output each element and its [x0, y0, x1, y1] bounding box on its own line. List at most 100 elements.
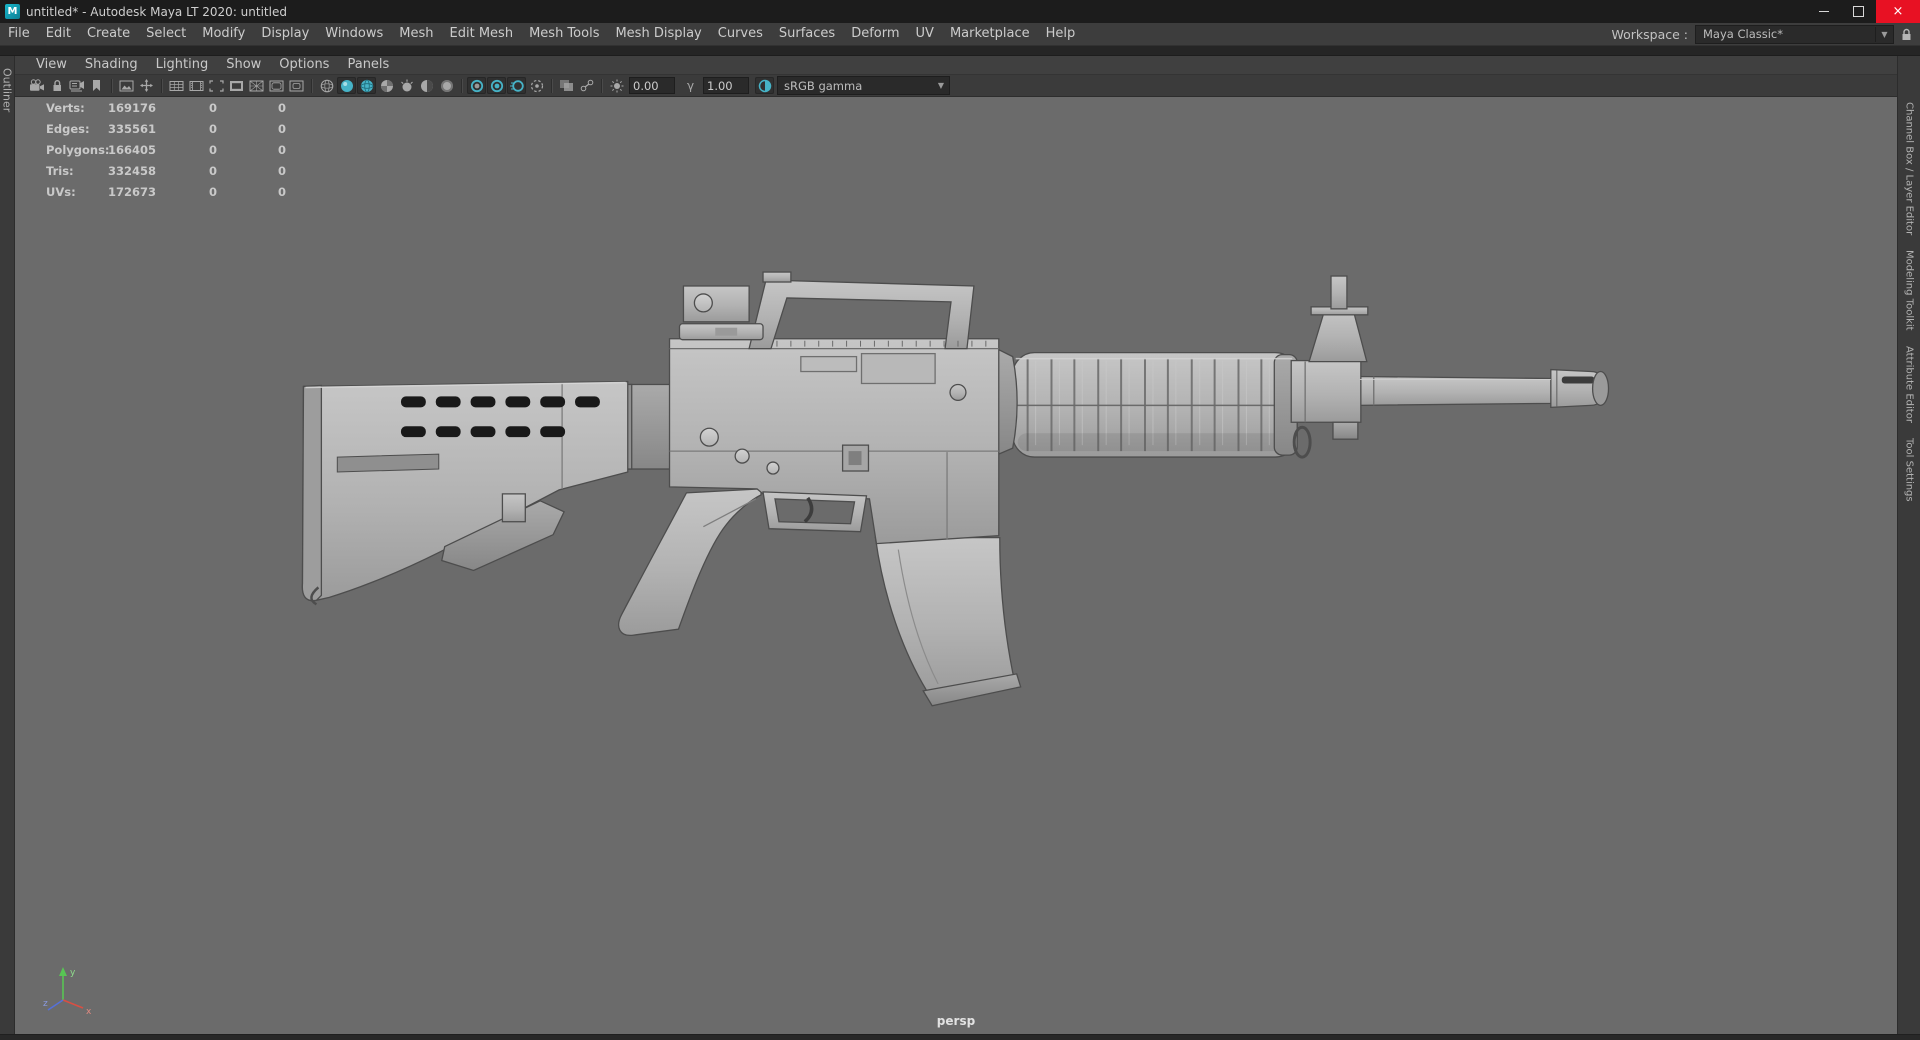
isolate-select-icon[interactable]: [527, 77, 546, 94]
viewport[interactable]: Verts: 169176 0 0 Edges: 335561 0 0 Polygons: 1…: [15, 96, 1897, 1034]
hud-value: 166405: [108, 143, 157, 157]
field-chart-icon[interactable]: [247, 77, 266, 94]
workspace-lock-icon[interactable]: [1901, 28, 1912, 41]
titlebar: M untitled* - Autodesk Maya LT 2020: unt…: [0, 0, 1920, 23]
menu-edit-mesh[interactable]: Edit Mesh: [442, 23, 522, 45]
joint-xray-icon[interactable]: [577, 77, 596, 94]
panel-menu-options[interactable]: Options: [270, 56, 338, 74]
exposure-field[interactable]: [629, 77, 675, 94]
right-panel-strip: Channel Box / Layer Editor Modeling Tool…: [1897, 56, 1920, 1034]
maya-logo-icon[interactable]: M: [5, 4, 20, 19]
window-controls: ×: [1806, 0, 1920, 23]
bookmark-icon[interactable]: [87, 77, 106, 94]
image-plane-icon[interactable]: [117, 77, 136, 94]
left-panel-strip: Outliner: [0, 56, 15, 1034]
antialiasing-icon[interactable]: [467, 77, 486, 94]
menu-curves[interactable]: Curves: [710, 23, 771, 45]
menu-select[interactable]: Select: [138, 23, 194, 45]
tab-modeling-toolkit[interactable]: Modeling Toolkit: [1904, 250, 1915, 331]
menu-help[interactable]: Help: [1038, 23, 1084, 45]
gamma-icon[interactable]: γ: [681, 77, 700, 94]
menu-surfaces[interactable]: Surfaces: [771, 23, 843, 45]
exposure-icon[interactable]: [607, 77, 626, 94]
maya-window: M untitled* - Autodesk Maya LT 2020: unt…: [0, 0, 1920, 1040]
all-lights-icon[interactable]: [397, 77, 416, 94]
lock-camera-icon[interactable]: [47, 77, 66, 94]
close-button[interactable]: ×: [1876, 0, 1920, 23]
shaded-wireframe-icon[interactable]: [357, 77, 376, 94]
pan-zoom-icon[interactable]: [137, 77, 156, 94]
menu-edit[interactable]: Edit: [38, 23, 79, 45]
viewport-panel: View Shading Lighting Show Options Panel…: [15, 56, 1897, 1034]
wireframe-icon[interactable]: [317, 77, 336, 94]
tab-tool-settings[interactable]: Tool Settings: [1904, 438, 1915, 502]
shadows-icon[interactable]: [417, 77, 436, 94]
hud-value: 0: [208, 164, 217, 178]
main-menubar: File Edit Create Select Modify Display W…: [0, 23, 1920, 46]
menu-marketplace[interactable]: Marketplace: [942, 23, 1038, 45]
chevron-down-icon[interactable]: ▼: [1875, 26, 1893, 42]
toolbar-separator: [161, 78, 162, 93]
tab-attribute-editor[interactable]: Attribute Editor: [1904, 346, 1915, 423]
minimize-button[interactable]: [1806, 0, 1841, 23]
hud-value: 0: [208, 143, 217, 157]
view-transform-select[interactable]: sRGB gamma ▼: [777, 76, 950, 95]
hud-label: Polygons:: [46, 143, 110, 157]
panel-menu-shading[interactable]: Shading: [76, 56, 147, 74]
hud-value: 0: [208, 185, 217, 199]
chevron-down-icon[interactable]: ▼: [933, 78, 949, 93]
tab-outliner[interactable]: Outliner: [1, 68, 14, 112]
menu-windows[interactable]: Windows: [317, 23, 391, 45]
depth-of-field-icon[interactable]: [487, 77, 506, 94]
minimize-icon: [1818, 11, 1829, 12]
ambient-occlusion-icon[interactable]: [437, 77, 456, 94]
shaded-icon[interactable]: [337, 77, 356, 94]
menu-file[interactable]: File: [0, 23, 38, 45]
workarea: Outliner View Shading Lighting Show Opti…: [0, 56, 1920, 1034]
hud-value: 0: [208, 122, 217, 136]
toolbar-separator: [551, 78, 552, 93]
select-camera-icon[interactable]: [27, 77, 46, 94]
panel-menu-panels[interactable]: Panels: [338, 56, 398, 74]
menu-mesh-tools[interactable]: Mesh Tools: [521, 23, 607, 45]
axis-y-label: y: [70, 968, 76, 978]
menu-mesh[interactable]: Mesh: [391, 23, 441, 45]
textured-icon[interactable]: [377, 77, 396, 94]
rifle-model[interactable]: [15, 97, 1897, 1034]
safe-action-icon[interactable]: [267, 77, 286, 94]
grid-icon[interactable]: [167, 77, 186, 94]
tab-channel-box[interactable]: Channel Box / Layer Editor: [1904, 102, 1915, 235]
film-gate-icon[interactable]: [187, 77, 206, 94]
hud-value: 0: [277, 101, 286, 115]
camera-name-label: persp: [936, 1014, 976, 1028]
maximize-button[interactable]: [1841, 0, 1876, 23]
menu-uv[interactable]: UV: [908, 23, 942, 45]
panel-menu-view[interactable]: View: [27, 56, 76, 74]
maximize-icon: [1853, 6, 1864, 17]
gamma-field[interactable]: [703, 77, 749, 94]
panel-menu-show[interactable]: Show: [217, 56, 270, 74]
motion-blur-icon[interactable]: [507, 77, 526, 94]
resolution-gate-icon[interactable]: [207, 77, 226, 94]
workspace-zone: Workspace : Maya Classic* ▼: [1611, 24, 1920, 44]
xray-icon[interactable]: [557, 77, 576, 94]
gate-mask-icon[interactable]: [227, 77, 246, 94]
menu-deform[interactable]: Deform: [843, 23, 907, 45]
bottom-strip: [0, 1034, 1920, 1040]
menu-create[interactable]: Create: [79, 23, 138, 45]
camera-attributes-icon[interactable]: [67, 77, 86, 94]
workspace-select[interactable]: Maya Classic* ▼: [1695, 24, 1894, 44]
hud-label: Edges:: [46, 122, 90, 136]
safe-title-icon[interactable]: [287, 77, 306, 94]
menu-display[interactable]: Display: [253, 23, 317, 45]
panel-menu-lighting[interactable]: Lighting: [147, 56, 218, 74]
hud-label: UVs:: [46, 185, 76, 199]
window-title: untitled* - Autodesk Maya LT 2020: untit…: [26, 4, 287, 19]
view-transform-icon[interactable]: [755, 77, 774, 94]
menu-mesh-display[interactable]: Mesh Display: [607, 23, 709, 45]
workspace-value: Maya Classic*: [1703, 27, 1784, 41]
hud-label: Tris:: [46, 164, 74, 178]
hud-value: 0: [277, 185, 286, 199]
menu-modify[interactable]: Modify: [194, 23, 253, 45]
svg-text:γ: γ: [687, 79, 694, 92]
